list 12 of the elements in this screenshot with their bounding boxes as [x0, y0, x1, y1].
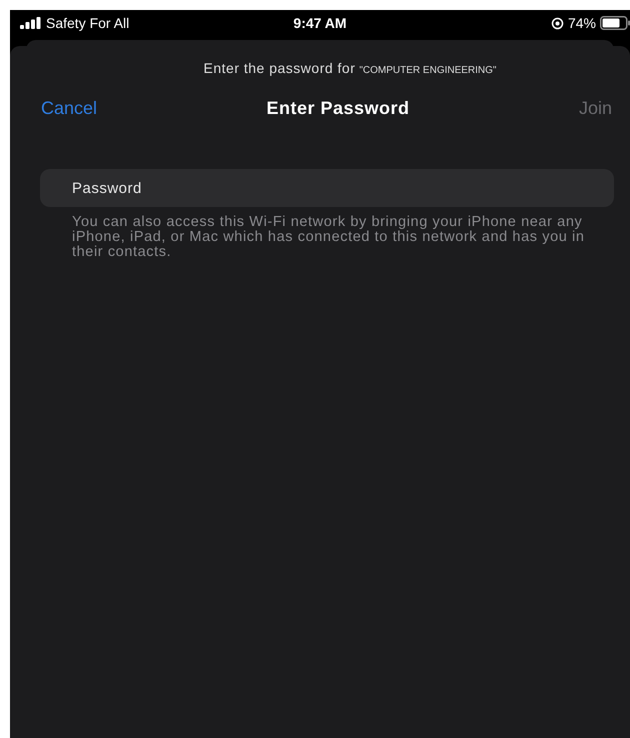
- network-name: "COMPUTER ENGINEERING": [359, 65, 496, 76]
- password-field[interactable]: Password: [40, 169, 614, 207]
- cancel-button[interactable]: Cancel: [41, 98, 98, 119]
- status-time: 9:47 AM: [293, 15, 347, 31]
- battery-icon: [600, 16, 630, 30]
- orientation-lock-icon: [550, 16, 564, 30]
- prompt-text: Enter the password for: [204, 60, 356, 76]
- sheet-title: Enter Password: [266, 98, 410, 119]
- signal-icon: [20, 17, 42, 29]
- hint-text: You can also access this Wi-Fi network by bringing your iPhone near any iPhone, iPad, or Mac which has connected to this network and has you in their contacts.: [72, 215, 586, 260]
- battery-percent: 74%: [568, 15, 596, 31]
- carrier-name: Safety For All: [46, 15, 130, 31]
